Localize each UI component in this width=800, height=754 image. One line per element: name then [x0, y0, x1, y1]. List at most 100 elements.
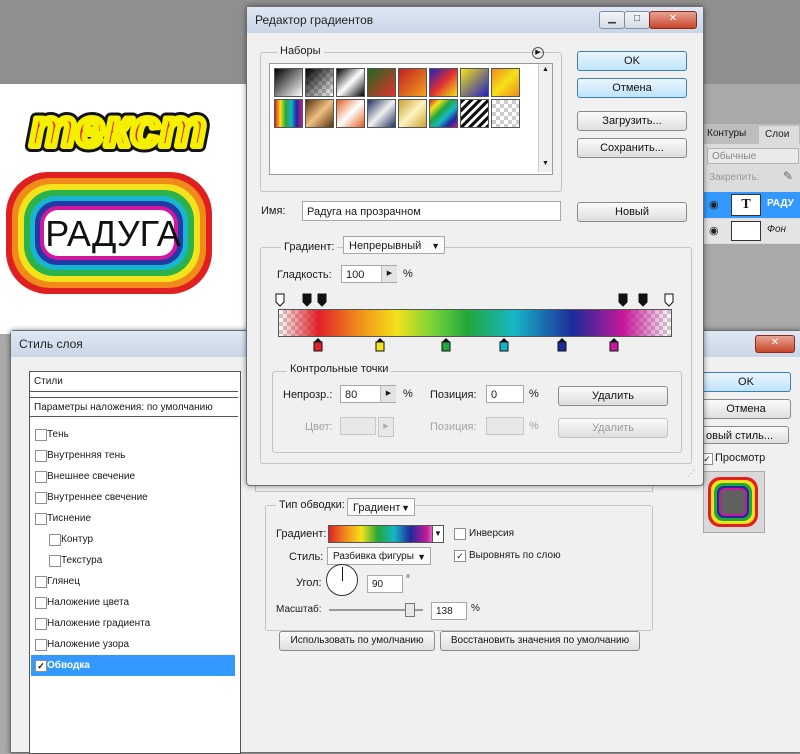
gradient-cancel-button[interactable]: Отмена — [577, 78, 687, 98]
style-checkbox[interactable] — [49, 534, 61, 546]
style-checkbox[interactable] — [35, 492, 47, 504]
style-list-item[interactable]: Текстура — [31, 550, 235, 571]
new-style-button[interactable]: овый стиль... — [701, 426, 789, 444]
style-checkbox[interactable] — [35, 471, 47, 483]
stroke-gradient-swatch[interactable] — [328, 525, 444, 543]
presets-menu-icon[interactable]: ▶ — [532, 47, 544, 59]
style-select[interactable]: Разбивка фигуры ▼ — [327, 547, 431, 565]
preset-swatch[interactable] — [460, 68, 489, 97]
style-list-item[interactable]: Наложение узора — [31, 634, 235, 655]
preset-swatch[interactable] — [460, 99, 489, 128]
align-with-layer-checkbox[interactable]: ✓ — [454, 550, 466, 562]
style-list-item[interactable]: Наложение цвета — [31, 592, 235, 613]
layer-style-ok-button[interactable]: OK — [701, 372, 791, 392]
opacity-stop[interactable] — [618, 293, 628, 307]
preset-swatch[interactable] — [398, 68, 427, 97]
style-list-item[interactable]: Тень — [31, 424, 235, 445]
color-stop[interactable] — [313, 338, 323, 352]
color-stop[interactable] — [441, 338, 451, 352]
color-stop[interactable] — [557, 338, 567, 352]
opacity-stepper-icon[interactable]: ▶ — [380, 386, 396, 402]
color-picker-icon[interactable]: ▶ — [378, 417, 394, 437]
chevron-up-icon[interactable]: ▲ — [542, 66, 549, 73]
chevron-down-icon[interactable]: ▼ — [542, 160, 549, 167]
opacity-stop[interactable] — [275, 293, 285, 307]
gradient-name-input[interactable]: Радуга на прозрачном — [302, 201, 561, 221]
position-input[interactable]: 0 — [486, 385, 524, 403]
blend-mode-select[interactable]: Обычные — [707, 148, 799, 164]
style-list-item[interactable]: Внешнее свечение — [31, 466, 235, 487]
delete-color-stop-button[interactable]: Удалить — [558, 418, 668, 438]
style-checkbox[interactable] — [35, 618, 47, 630]
presets-scrollbar[interactable]: ▲ ▼ — [538, 64, 552, 172]
tab-contours[interactable]: Контуры — [707, 128, 746, 139]
color-swatch-input[interactable] — [340, 417, 376, 435]
layer-row-background[interactable]: ◉ Фон — [701, 219, 800, 243]
gradient-type-select[interactable]: Непрерывный ▼ — [343, 236, 445, 254]
position2-input[interactable] — [486, 417, 524, 435]
minimize-icon[interactable]: ▁ — [599, 11, 625, 29]
color-stop[interactable] — [499, 338, 509, 352]
restore-default-button[interactable]: Восстановить значения по умолчанию — [440, 631, 640, 651]
fill-type-select[interactable]: Градиент ▼ — [347, 498, 415, 516]
inverse-checkbox[interactable] — [454, 528, 466, 540]
delete-opacity-stop-button[interactable]: Удалить — [558, 386, 668, 406]
style-list-item[interactable]: ✓ Обводка — [31, 655, 235, 676]
resize-grip-icon[interactable]: ⋰ — [687, 469, 695, 478]
use-default-button[interactable]: Использовать по умолчанию — [279, 631, 435, 651]
preset-swatch[interactable] — [429, 68, 458, 97]
document-canvas[interactable]: текст текст РАДУГА — [0, 84, 260, 334]
opacity-stop[interactable] — [638, 293, 648, 307]
layer-bg-name[interactable]: Фон — [767, 224, 786, 235]
save-button[interactable]: Сохранить... — [577, 138, 687, 158]
angle-dial[interactable] — [326, 564, 358, 596]
close-icon[interactable]: ✕ — [755, 335, 795, 353]
style-list-item[interactable]: Глянец — [31, 571, 235, 592]
opacity-stops[interactable] — [275, 293, 675, 307]
preset-swatch[interactable] — [429, 99, 458, 128]
layer-style-cancel-button[interactable]: Отмена — [701, 399, 791, 419]
preset-swatch[interactable] — [336, 99, 365, 128]
preset-swatch[interactable] — [398, 99, 427, 128]
style-list-item[interactable]: Внутренняя тень — [31, 445, 235, 466]
chevron-down-icon[interactable]: ▼ — [432, 525, 444, 543]
preset-swatch[interactable] — [305, 68, 334, 97]
gradient-ok-button[interactable]: OK — [577, 51, 687, 71]
blend-options-default[interactable]: Параметры наложения: по умолчанию — [30, 397, 238, 417]
opacity-stop[interactable] — [664, 293, 674, 307]
load-button[interactable]: Загрузить... — [577, 111, 687, 131]
color-stop[interactable] — [609, 338, 619, 352]
preset-swatch[interactable] — [274, 99, 303, 128]
preset-swatch[interactable] — [305, 99, 334, 128]
color-stops[interactable] — [313, 337, 633, 353]
tab-layers[interactable]: Слои — [759, 126, 799, 144]
brush-icon[interactable]: ✎ — [783, 169, 793, 183]
new-gradient-button[interactable]: Новый — [577, 202, 687, 222]
preset-swatch[interactable] — [491, 99, 520, 128]
style-list-item[interactable]: Контур — [31, 529, 235, 550]
opacity-stop[interactable] — [317, 293, 327, 307]
style-checkbox[interactable] — [35, 429, 47, 441]
layer-row-text[interactable]: ◉ T РАДУ — [701, 192, 800, 218]
eye-icon[interactable]: ◉ — [709, 224, 719, 237]
style-checkbox[interactable] — [35, 597, 47, 609]
style-checkbox[interactable] — [35, 450, 47, 462]
angle-input[interactable]: 90 — [367, 575, 403, 593]
scale-slider-thumb[interactable] — [404, 603, 415, 617]
opacity-stop[interactable] — [302, 293, 312, 307]
color-stop[interactable] — [375, 338, 385, 352]
style-checkbox[interactable] — [35, 576, 47, 588]
close-icon[interactable]: ✕ — [649, 11, 697, 29]
eye-icon[interactable]: ◉ — [709, 198, 719, 211]
preset-swatch[interactable] — [367, 99, 396, 128]
smoothness-stepper-icon[interactable]: ▶ — [381, 266, 397, 282]
maximize-icon[interactable]: □ — [624, 11, 650, 29]
scale-input[interactable]: 138 — [431, 602, 467, 620]
preset-swatch[interactable] — [336, 68, 365, 97]
layer-text-name[interactable]: РАДУ — [767, 198, 794, 209]
preset-swatch[interactable] — [367, 68, 396, 97]
style-list-item[interactable]: Тиснение — [31, 508, 235, 529]
style-checkbox[interactable] — [49, 555, 61, 567]
style-checkbox[interactable] — [35, 639, 47, 651]
gradient-preview-bar[interactable] — [278, 309, 672, 337]
